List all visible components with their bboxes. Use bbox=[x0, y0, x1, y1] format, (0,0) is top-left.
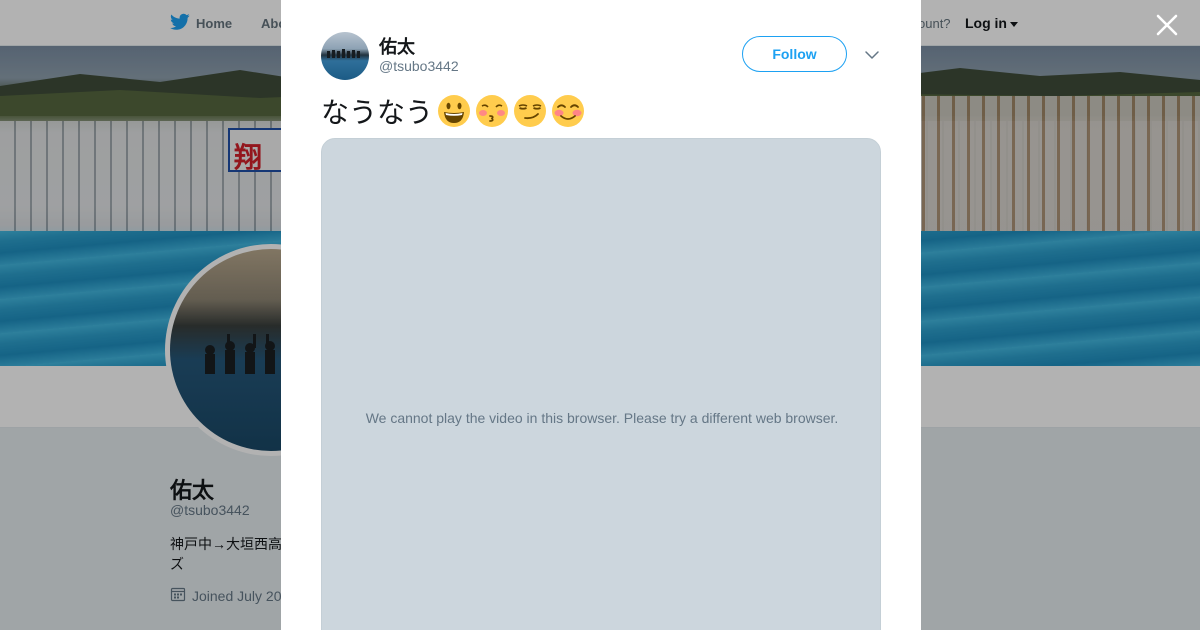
grinning-face-icon bbox=[437, 94, 471, 128]
smirking-face-icon bbox=[513, 94, 547, 128]
avatar-people-shape bbox=[327, 49, 360, 58]
tweet-text-content: なうなう bbox=[321, 96, 434, 129]
chevron-down-icon bbox=[863, 51, 881, 68]
follow-button[interactable]: Follow bbox=[742, 36, 847, 72]
tweet-author-name[interactable]: 佑太 bbox=[379, 33, 415, 59]
close-modal-button[interactable] bbox=[1154, 12, 1180, 38]
tweet-permalink-modal: 佑太 @tsubo3442 Follow なうなう We cannot play… bbox=[281, 0, 921, 630]
video-unsupported-message: We cannot play the video in this browser… bbox=[365, 410, 839, 426]
close-icon bbox=[1154, 14, 1180, 42]
smiling-face-blushing-icon bbox=[551, 94, 585, 128]
video-player-placeholder[interactable]: We cannot play the video in this browser… bbox=[321, 138, 881, 630]
tweet-author-avatar[interactable] bbox=[321, 32, 369, 80]
kissing-face-closed-eyes-icon bbox=[475, 94, 509, 128]
tweet-more-options-button[interactable] bbox=[863, 46, 881, 64]
tweet-author-handle[interactable]: @tsubo3442 bbox=[379, 58, 459, 74]
tweet-text: なうなう bbox=[321, 91, 585, 131]
